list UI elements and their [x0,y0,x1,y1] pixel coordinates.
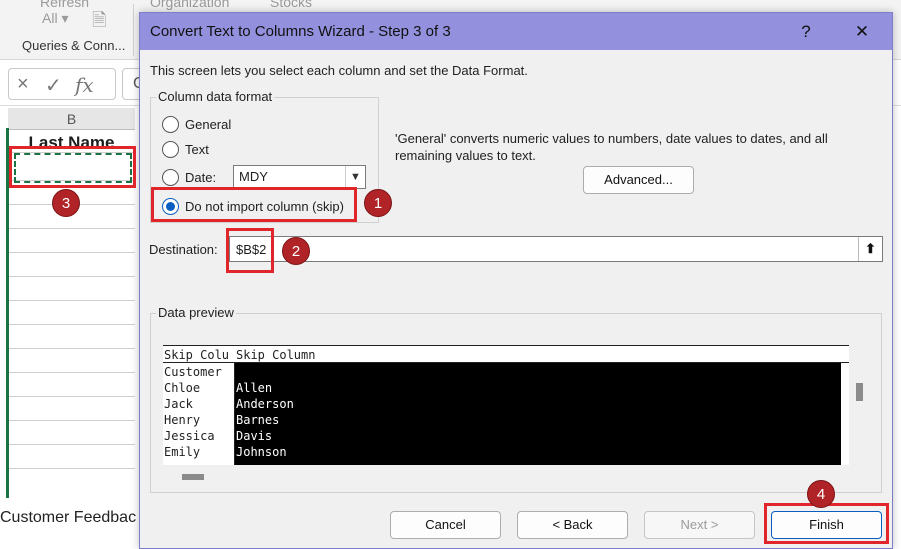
row-line [8,300,135,301]
highlight-cell-b2 [9,146,136,188]
cancel-entry-icon[interactable]: × [17,73,29,96]
data-preview-label: Data preview [156,305,236,320]
preview-cell: Chloe [164,381,201,395]
advanced-button[interactable]: Advanced... [583,166,694,194]
radio-general-label: General [185,117,232,132]
preview-cell: Customer [164,365,222,379]
row-line [8,444,135,445]
preview-cell: Emily [164,445,201,459]
radio-text-label: Text [185,142,209,157]
date-format-select[interactable]: MDY ▼ [233,165,366,189]
help-button[interactable]: ? [784,13,828,50]
organization-label[interactable]: Organization [150,0,229,10]
cancel-button[interactable]: Cancel [390,511,501,539]
preview-cell: Jessica [164,429,215,443]
preview-cell: Johnson [236,445,287,459]
radio-date-label: Date: [185,170,217,185]
preview-column-2-selected[interactable]: Allen Anderson Barnes Davis Johnson [235,363,841,465]
dialog-title: Convert Text to Columns Wizard - Step 3 … [150,23,451,40]
preview-header-col1[interactable]: Skip Colu [164,348,229,362]
row-line [8,420,135,421]
row-line [8,252,135,253]
back-button[interactable]: < Back [517,511,628,539]
preview-cell: Jack [164,397,193,411]
insert-function-icon[interactable]: fx [75,73,94,97]
preview-cell: Henry [164,413,201,427]
radio-general-circle[interactable] [162,116,179,133]
preview-cell: Barnes [236,413,280,427]
date-format-value: MDY [239,169,268,184]
column-header-b[interactable]: B [8,108,135,130]
row-line [8,228,135,229]
refresh-all-button[interactable]: Refresh [40,0,89,10]
preview-cell: Anderson [236,397,294,411]
stocks-label[interactable]: Stocks [270,0,312,10]
close-icon[interactable]: ✕ [840,13,884,50]
step-badge-1: 1 [364,189,392,217]
radio-date-circle[interactable] [162,169,179,186]
range-picker-icon[interactable]: ⬆ [858,237,882,261]
step-badge-3: 3 [52,189,80,217]
queries-connections-label: Queries & Conn... [22,38,126,53]
step-badge-4: 4 [807,480,835,508]
preview-header-col2[interactable]: Skip Column [236,348,315,362]
row-line [8,276,135,277]
confirm-entry-icon[interactable]: ✓ [45,73,62,98]
next-button[interactable]: Next > [644,511,755,539]
refresh-all-label: All ▾ [42,10,69,26]
dialog-titlebar[interactable]: Convert Text to Columns Wizard - Step 3 … [140,13,892,50]
column-format-label: Column data format [156,89,275,104]
destination-input[interactable]: $B$2 ⬆ [229,236,883,262]
radio-text-circle[interactable] [162,141,179,158]
preview-header: Skip Colu Skip Column [163,345,849,363]
ribbon-separator [133,4,134,56]
text-to-columns-dialog: Convert Text to Columns Wizard - Step 3 … [139,12,893,549]
row-line [8,324,135,325]
preview-column-1[interactable]: Customer Chloe Jack Henry Jessica Emily [163,363,235,465]
properties-icon[interactable]: 🗎 [92,8,106,38]
dialog-intro: This screen lets you select each column … [150,63,528,78]
highlight-finish [764,503,889,544]
chevron-down-icon[interactable]: ▼ [345,166,365,188]
row-line [8,396,135,397]
highlight-skip-option [151,187,357,222]
row-line [8,372,135,373]
step-badge-2: 2 [282,237,310,265]
highlight-destination [226,228,274,273]
preview-vertical-scrollbar[interactable] [856,383,863,401]
preview-horizontal-scrollbar[interactable] [182,474,204,480]
sheet-tab-customer-feedback[interactable]: Customer Feedbac [0,509,136,527]
destination-label: Destination: [149,242,218,257]
row-line [8,348,135,349]
preview-cell: Davis [236,429,273,443]
row-line [8,468,135,469]
formula-buttons: × ✓ fx [8,68,116,100]
format-description: 'General' converts numeric values to num… [395,131,828,163]
preview-cell: Allen [236,381,273,395]
data-preview-table[interactable]: Skip Colu Skip Column Customer Chloe Jac… [163,345,849,465]
